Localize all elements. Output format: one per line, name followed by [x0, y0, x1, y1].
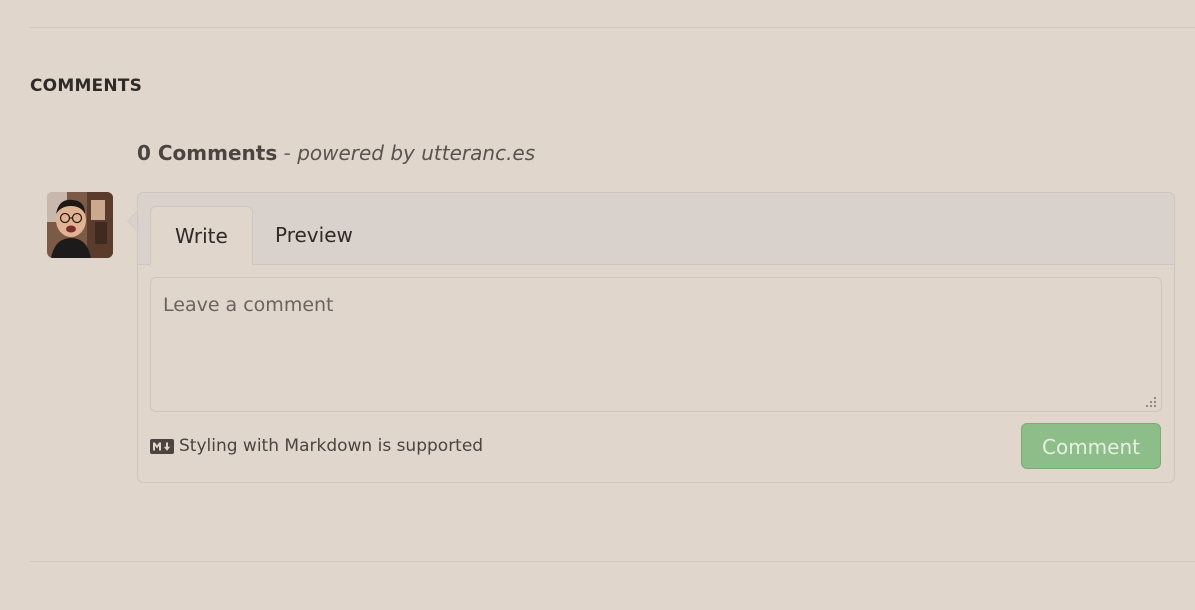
- avatar-image: [47, 192, 113, 258]
- editor-tabbar: Write Preview: [138, 193, 1174, 266]
- tab-write[interactable]: Write: [150, 206, 253, 266]
- editor-pointer: [127, 211, 137, 231]
- comment-editor: Write Preview Styling with Markdown is s…: [127, 192, 1175, 483]
- avatar: [47, 192, 113, 258]
- comment-submit-button[interactable]: Comment: [1021, 423, 1161, 469]
- comments-heading: COMMENTS: [30, 76, 143, 96]
- markdown-icon: [150, 438, 174, 454]
- comment-textarea[interactable]: [151, 278, 1161, 411]
- powered-by-link[interactable]: powered by utteranc.es: [297, 141, 535, 165]
- markdown-hint[interactable]: Styling with Markdown is supported: [150, 436, 483, 456]
- markdown-hint-text: Styling with Markdown is supported: [179, 436, 484, 456]
- resize-handle-icon[interactable]: [1145, 396, 1157, 408]
- page: COMMENTS 0 Comments - powered by utteran…: [0, 0, 1195, 610]
- top-divider: [30, 27, 1195, 28]
- comment-textarea-wrapper: [150, 277, 1162, 412]
- comment-count: 0 Comments: [137, 141, 278, 165]
- bottom-divider: [30, 561, 1195, 562]
- comment-count-line: 0 Comments - powered by utteranc.es: [137, 141, 535, 165]
- tab-preview[interactable]: Preview: [251, 206, 377, 264]
- separator: -: [277, 141, 298, 165]
